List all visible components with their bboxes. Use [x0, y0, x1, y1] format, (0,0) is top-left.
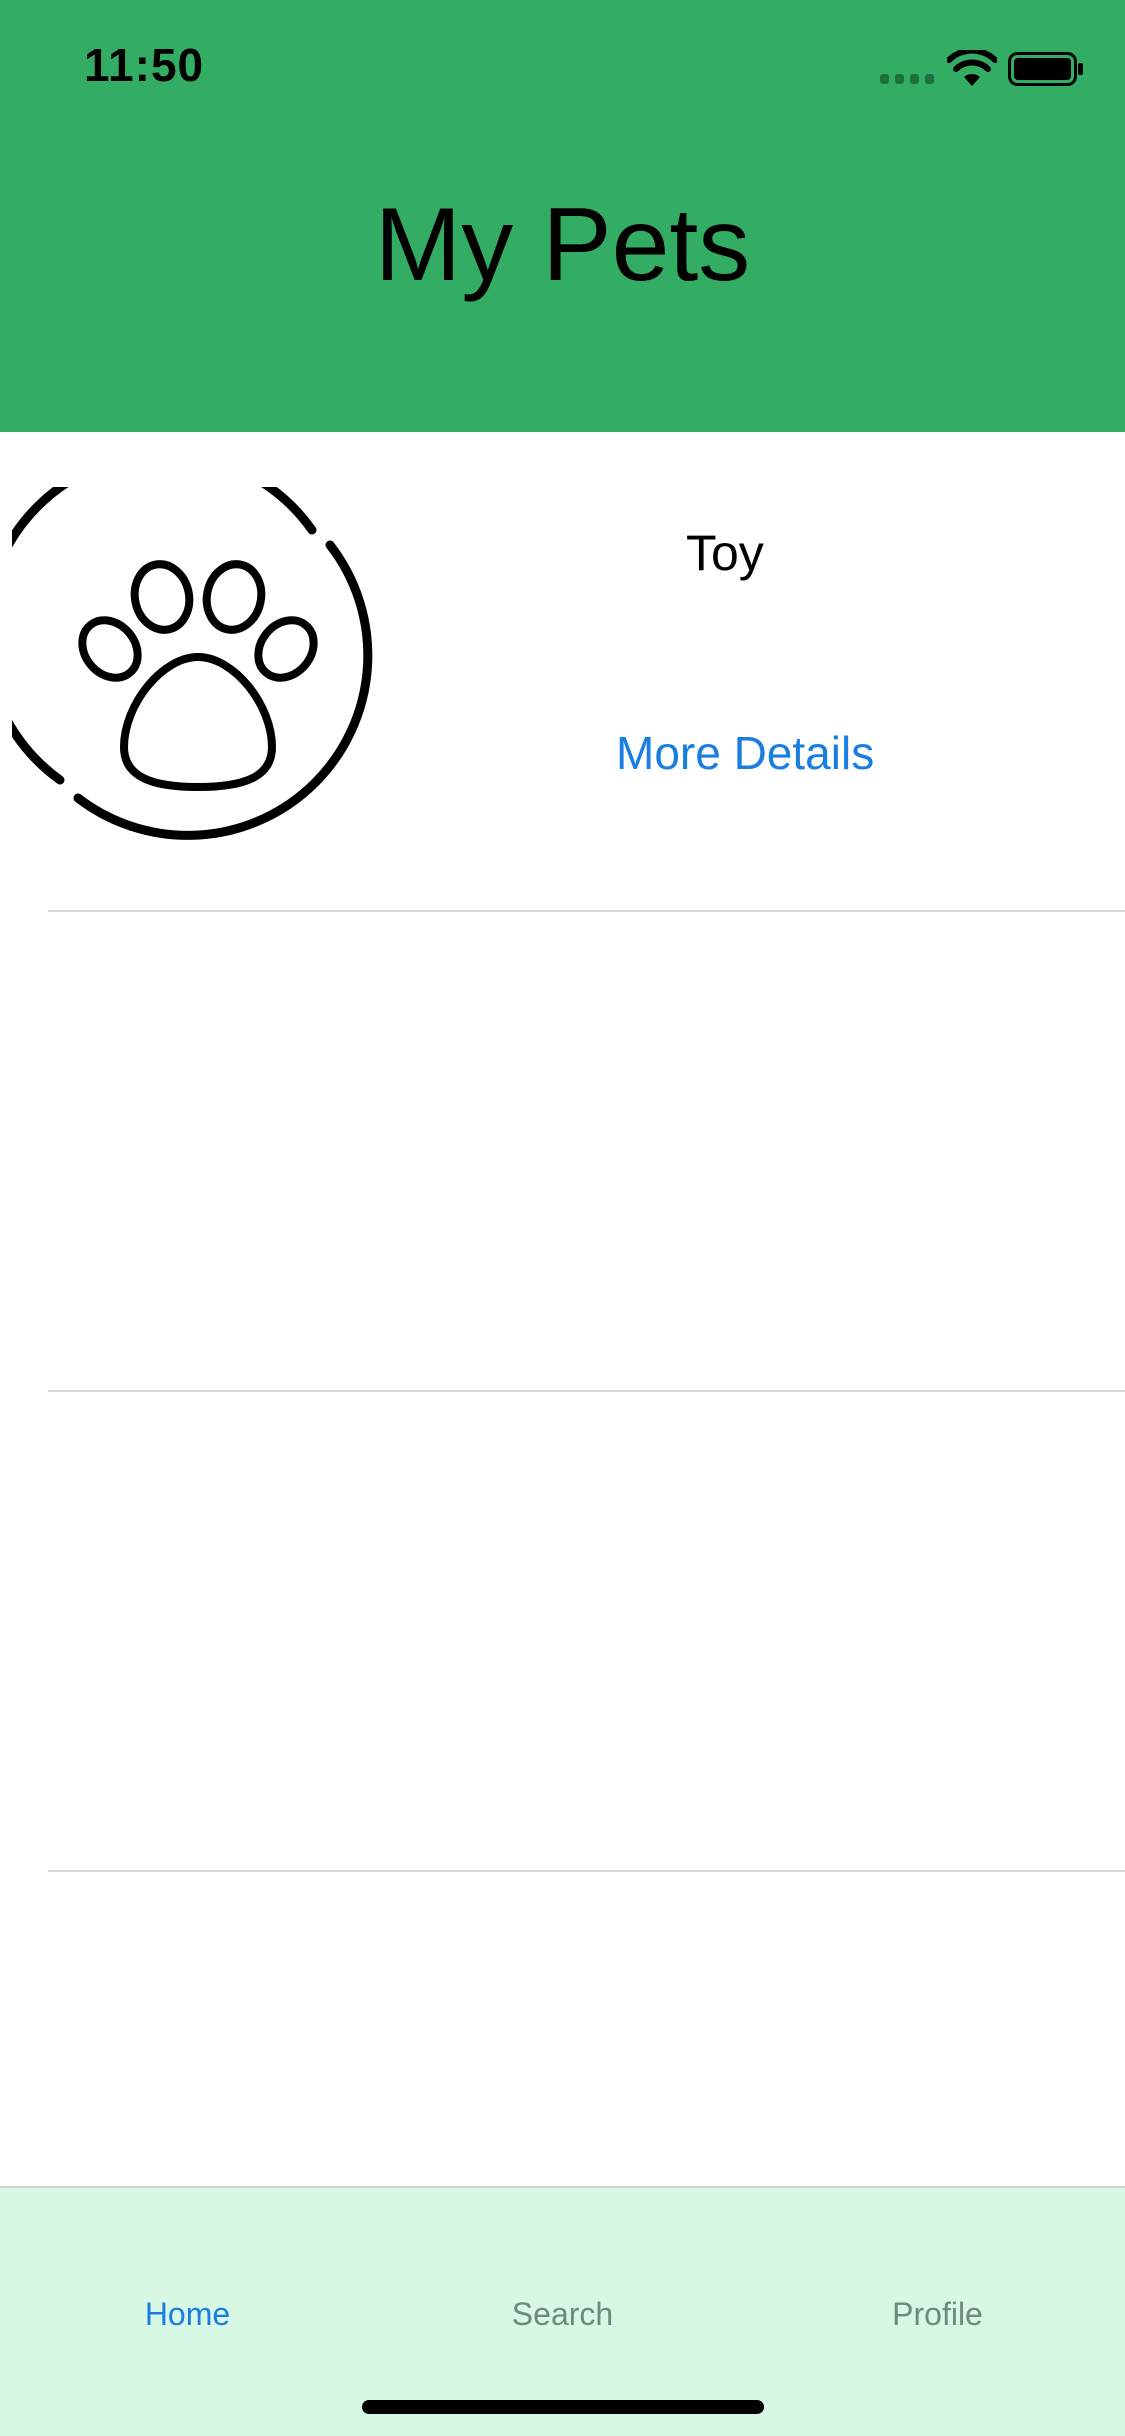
tab-search[interactable]: Search [375, 2296, 750, 2333]
header: 11:50 My Pets [0, 0, 1125, 432]
tab-profile[interactable]: Profile [750, 2296, 1125, 2333]
home-indicator[interactable] [362, 2400, 764, 2414]
page-title: My Pets [374, 187, 751, 303]
pet-name: Toy [686, 525, 764, 581]
empty-row [0, 912, 1125, 1392]
cellular-signal-icon [880, 74, 936, 84]
empty-row [0, 1392, 1125, 1872]
status-time: 11:50 [84, 39, 205, 91]
pet-list: Toy More Details [0, 432, 1125, 1872]
paw-circle-icon [12, 487, 373, 840]
pet-row: Toy More Details [0, 432, 1125, 912]
more-details-button[interactable]: More Details [616, 726, 874, 780]
tab-home[interactable]: Home [0, 2296, 375, 2333]
row-divider [48, 1870, 1125, 1872]
battery-icon [1008, 52, 1083, 86]
tab-bar: Home Search Profile [0, 2186, 1125, 2436]
wifi-icon [947, 50, 997, 86]
